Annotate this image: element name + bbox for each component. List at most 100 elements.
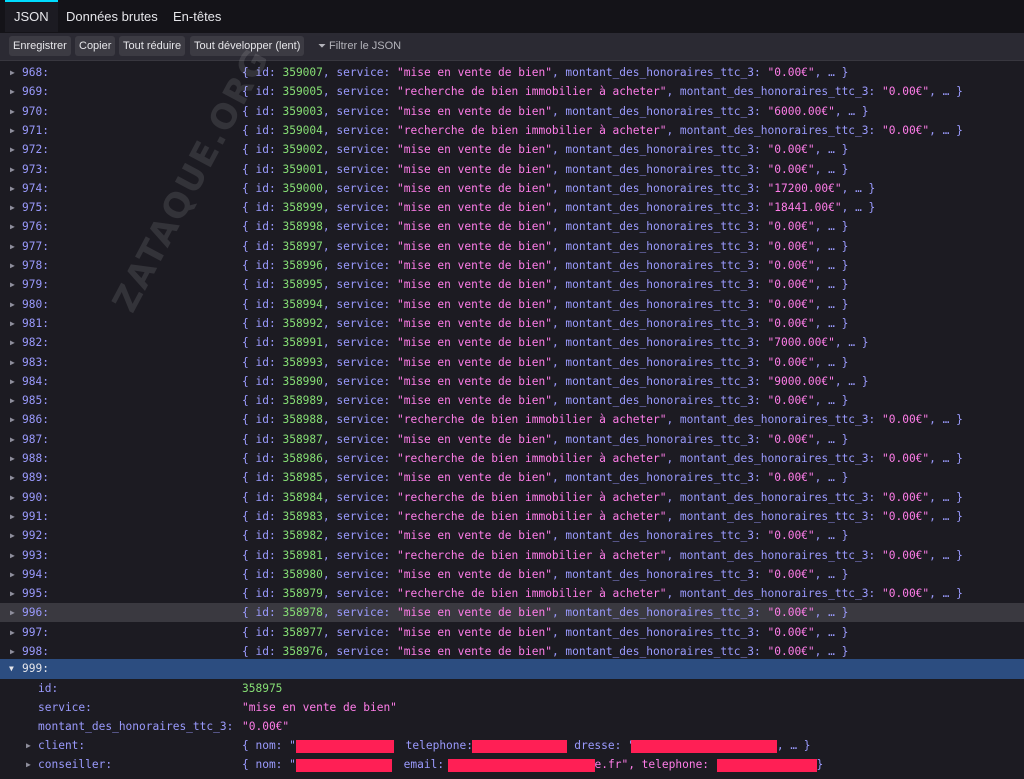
row-preview: { id: 358992, service: "mise en vente de…	[242, 316, 849, 330]
json-row[interactable]: ▶ 979: { id: 358995, service: "mise en ven…	[0, 275, 1024, 294]
json-row[interactable]: ▶ 978: { id: 358996, service: "mise en ven…	[0, 256, 1024, 275]
expand-toggle-icon[interactable]: ▶	[10, 275, 15, 294]
expand-toggle-icon[interactable]: ▶	[26, 755, 31, 774]
expand-all-button[interactable]: Tout développer (lent)	[190, 36, 305, 56]
tab-headers[interactable]: En-têtes	[164, 0, 230, 32]
field-id: id: 358975	[0, 679, 1024, 698]
expand-toggle-icon[interactable]: ▶	[10, 584, 15, 603]
json-row[interactable]: ▶ 989: { id: 358985, service: "mise en ven…	[0, 468, 1024, 487]
row-index: 974:	[22, 181, 49, 195]
collapse-all-button[interactable]: Tout réduire	[119, 36, 186, 56]
row-index: 970:	[22, 104, 49, 118]
expand-toggle-icon[interactable]: ▶	[10, 507, 15, 526]
expand-toggle-icon[interactable]: ▶	[10, 488, 15, 507]
expanded-row-999[interactable]: ▼ 999:	[0, 659, 1024, 679]
row-preview: { id: 359002, service: "mise en vente de…	[242, 143, 849, 157]
row-preview: { id: 358978, service: "mise en vente de…	[242, 606, 849, 620]
expand-toggle-icon[interactable]: ▶	[10, 353, 15, 372]
field-value: { nom: " telephone: " dresse: ", … }	[242, 739, 811, 753]
json-row[interactable]: ▶ 969: { id: 359005, service: "recherche d…	[0, 82, 1024, 101]
json-row[interactable]: ▶ 987: { id: 358987, service: "mise en ven…	[0, 430, 1024, 449]
tab-raw-data[interactable]: Données brutes	[57, 0, 167, 32]
row-preview: { id: 358998, service: "mise en vente de…	[242, 220, 849, 234]
json-row[interactable]: ▶ 994: { id: 358980, service: "mise en ven…	[0, 565, 1024, 584]
json-row[interactable]: ▶ 993: { id: 358981, service: "recherche d…	[0, 546, 1024, 565]
json-row[interactable]: ▶ 986: { id: 358988, service: "recherche d…	[0, 410, 1024, 429]
expand-toggle-icon[interactable]: ▶	[10, 623, 15, 642]
json-row[interactable]: ▶ 990: { id: 358984, service: "recherche d…	[0, 488, 1024, 507]
redaction-block	[716, 758, 817, 772]
filter-placeholder: Filtrer le JSON	[329, 40, 402, 52]
json-row[interactable]: ▶ 972: { id: 359002, service: "mise en ven…	[0, 140, 1024, 159]
expand-toggle-icon[interactable]: ▶	[10, 565, 15, 584]
json-row[interactable]: ▶ 974: { id: 359000, service: "mise en ven…	[0, 179, 1024, 198]
expand-toggle-icon[interactable]: ▶	[10, 449, 15, 468]
json-row[interactable]: ▶ 973: { id: 359001, service: "mise en ven…	[0, 160, 1024, 179]
expand-toggle-icon[interactable]: ▼	[9, 659, 14, 679]
expand-toggle-icon[interactable]: ▶	[10, 121, 15, 140]
expand-toggle-icon[interactable]: ▶	[10, 410, 15, 429]
json-row[interactable]: ▶ 996: { id: 358978, service: "mise en ven…	[0, 603, 1024, 623]
expand-toggle-icon[interactable]: ▶	[10, 430, 15, 449]
row-index: 991:	[22, 509, 49, 523]
json-row[interactable]: ▶ 971: { id: 359004, service: "recherche d…	[0, 121, 1024, 140]
json-row[interactable]: ▶ 982: { id: 358991, service: "mise en ven…	[0, 333, 1024, 352]
expand-toggle-icon[interactable]: ▶	[10, 198, 15, 217]
filter-json-input[interactable]: ⏷ Filtrer le JSON	[318, 36, 401, 56]
json-row[interactable]: ▶ 976: { id: 358998, service: "mise en ven…	[0, 217, 1024, 236]
row-preview: { id: 358980, service: "mise en vente de…	[242, 567, 849, 581]
save-button[interactable]: Enregistrer	[9, 36, 71, 56]
expand-toggle-icon[interactable]: ▶	[10, 603, 15, 622]
expand-toggle-icon[interactable]: ▶	[10, 526, 15, 545]
expand-toggle-icon[interactable]: ▶	[10, 333, 15, 352]
expand-toggle-icon[interactable]: ▶	[10, 179, 15, 198]
field-conseiller[interactable]: ▶ conseiller: { nom: " email: " e.fr", te…	[0, 755, 1024, 774]
json-row[interactable]: ▶ 984: { id: 358990, service: "mise en ven…	[0, 372, 1024, 391]
json-row[interactable]: ▶ 991: { id: 358983, service: "recherche d…	[0, 507, 1024, 526]
row-index: 986:	[22, 413, 49, 427]
tab-json[interactable]: JSON	[5, 0, 58, 32]
expand-toggle-icon[interactable]: ▶	[10, 295, 15, 314]
expand-toggle-icon[interactable]: ▶	[10, 468, 15, 487]
expand-toggle-icon[interactable]: ▶	[10, 391, 15, 410]
expand-toggle-icon[interactable]: ▶	[10, 140, 15, 159]
expand-toggle-icon[interactable]: ▶	[10, 256, 15, 275]
row-index: 976:	[22, 220, 49, 234]
row-index: 979:	[22, 278, 49, 292]
row-preview: { id: 358994, service: "mise en vente de…	[242, 297, 849, 311]
json-row[interactable]: ▶ 995: { id: 358979, service: "recherche d…	[0, 584, 1024, 603]
expand-toggle-icon[interactable]: ▶	[10, 63, 15, 82]
row-index: 981:	[22, 316, 49, 330]
json-row[interactable]: ▶ 980: { id: 358994, service: "mise en ven…	[0, 295, 1024, 314]
field-client[interactable]: ▶ client: { nom: " telephone: " dresse: …	[0, 736, 1024, 755]
json-row[interactable]: ▶ 985: { id: 358989, service: "mise en ven…	[0, 391, 1024, 410]
json-row[interactable]: ▶ 975: { id: 358999, service: "mise en ven…	[0, 198, 1024, 217]
json-row[interactable]: ▶ 968: { id: 359007, service: "mise en ven…	[0, 63, 1024, 82]
expand-toggle-icon[interactable]: ▶	[10, 237, 15, 256]
expand-toggle-icon[interactable]: ▶	[10, 217, 15, 236]
row-index: 985:	[22, 394, 49, 408]
copy-button[interactable]: Copier	[75, 36, 116, 56]
row-preview: { id: 358990, service: "mise en vente de…	[242, 374, 869, 388]
json-row[interactable]: ▶ 992: { id: 358982, service: "mise en ven…	[0, 526, 1024, 545]
expand-toggle-icon[interactable]: ▶	[10, 160, 15, 179]
expand-toggle-icon[interactable]: ▶	[10, 372, 15, 391]
expand-toggle-icon[interactable]: ▶	[10, 314, 15, 333]
redaction-block	[472, 739, 568, 753]
json-row[interactable]: ▶ 988: { id: 358986, service: "recherche d…	[0, 449, 1024, 468]
row-preview: { id: 358981, service: "recherche de bie…	[242, 548, 963, 562]
json-toolbar: Enregistrer Copier Tout réduire Tout dév…	[0, 33, 1024, 61]
expand-toggle-icon[interactable]: ▶	[10, 546, 15, 565]
expand-toggle-icon[interactable]: ▶	[10, 82, 15, 101]
expand-toggle-icon[interactable]: ▶	[26, 736, 31, 755]
field-montant: montant_des_honoraires_ttc_3: "0.00€"	[0, 717, 1024, 736]
json-row[interactable]: ▶ 977: { id: 358997, service: "mise en ven…	[0, 237, 1024, 256]
json-row[interactable]: ▶ 981: { id: 358992, service: "mise en ven…	[0, 314, 1024, 333]
field-value: "0.00€"	[242, 720, 290, 733]
row-index: 989:	[22, 471, 49, 485]
field-key: montant_des_honoraires_ttc_3:	[38, 720, 234, 733]
json-row[interactable]: ▶ 970: { id: 359003, service: "mise en ven…	[0, 102, 1024, 121]
json-row[interactable]: ▶ 997: { id: 358977, service: "mise en ven…	[0, 623, 1024, 642]
expand-toggle-icon[interactable]: ▶	[10, 102, 15, 121]
json-row[interactable]: ▶ 983: { id: 358993, service: "mise en ven…	[0, 353, 1024, 372]
